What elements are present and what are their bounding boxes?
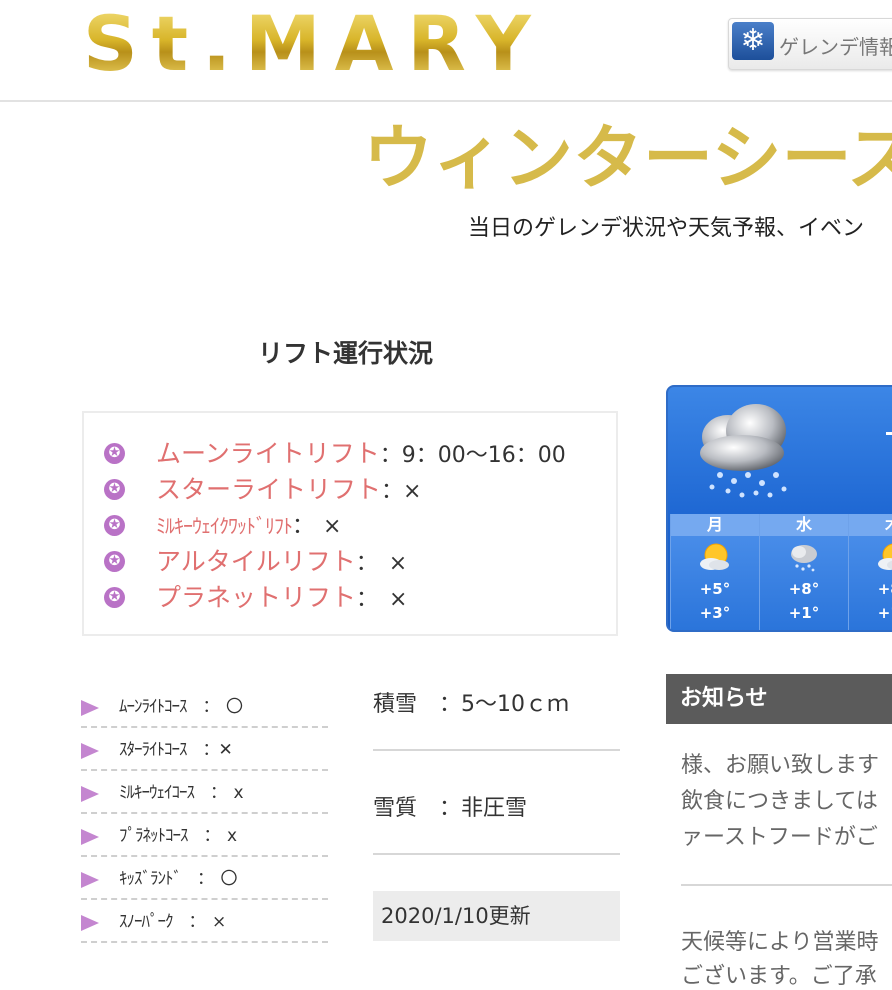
news-text: 飲食につきましては: [681, 789, 878, 814]
gelande-info-button[interactable]: ❄ ゲレンデ情報: [728, 18, 892, 70]
star-icon: ✪: [104, 479, 125, 500]
divider: [373, 853, 620, 855]
lift-name: ﾐﾙｷｰｳｪｲｸﾜｯﾄﾞﾘﾌﾄ: [156, 514, 293, 538]
arrow-icon: [81, 872, 99, 888]
divider: [681, 884, 892, 886]
updated-date: 2020/1/10更新: [373, 891, 620, 941]
forecast-low: +1°: [788, 604, 820, 622]
sun-cloud-icon: [878, 543, 892, 570]
news-text: ァーストフードがご: [681, 825, 878, 850]
sun-cloud-icon: [700, 543, 729, 570]
snowflake-icon: ❄: [732, 22, 774, 60]
course-item: ｷｯｽﾞﾗﾝﾄﾞ ： 〇: [81, 858, 328, 900]
news-heading: お知らせ: [666, 674, 892, 724]
arrow-icon: [81, 915, 99, 931]
lift-name: アルタイルリフト: [156, 547, 356, 576]
course-text: ｽﾀｰﾗｲﾄｺｰｽ ：✕: [119, 740, 233, 760]
course-item: ﾑｰﾝﾗｲﾄｺｰｽ ： 〇: [81, 686, 328, 728]
star-icon: ✪: [104, 443, 125, 464]
course-item: ﾐﾙｷｰｳｪｲｺｰｽ ： x: [81, 772, 328, 814]
course-item: ｽﾀｰﾗｲﾄｺｰｽ ：✕: [81, 729, 328, 771]
arrow-icon: [81, 786, 99, 802]
lift-status-heading: リフト運行状況: [258, 339, 434, 368]
forecast-day-name: 木: [849, 514, 892, 536]
star-icon: ✪: [104, 551, 125, 572]
forecast-high: +8°: [788, 580, 820, 598]
lift-status-box: ✪ ムーンライトリフト：9：00～16：00 ✪ スターライトリフト：× ✪ ﾐ…: [82, 411, 618, 636]
weather-widget[interactable]: 月 +5° +3° 水 +8° +1° 木 +8° +1°: [666, 385, 892, 632]
forecast-day-name: 月: [671, 514, 759, 536]
forecast-day: 月 +5° +3°: [670, 514, 759, 630]
arrow-icon: [81, 700, 99, 716]
lift-value: ： ×: [292, 514, 341, 539]
lift-value: ： ×: [356, 587, 408, 612]
lift-name: ムーンライトリフト: [156, 439, 380, 468]
course-text: ｷｯｽﾞﾗﾝﾄﾞ ： 〇: [119, 869, 237, 889]
forecast-high: +5°: [699, 580, 731, 598]
course-item: ｽﾉｰﾊﾟｰｸ ： ×: [81, 901, 328, 943]
forecast-low: +1°: [877, 604, 892, 622]
forecast-day-name: 水: [760, 514, 848, 536]
rain-cloud-icon: [700, 404, 787, 498]
course-text: ﾐﾙｷｰｳｪｲｺｰｽ ： x: [119, 783, 244, 803]
forecast-day: 木 +8° +1°: [848, 514, 892, 630]
news-text: 様、お願い致します: [681, 753, 880, 778]
lift-name: プラネットリフト: [156, 583, 357, 612]
lift-value: ：×: [381, 479, 422, 504]
lift-item: ✪ ﾐﾙｷｰｳｪｲｸﾜｯﾄﾞﾘﾌﾄ： ×: [104, 508, 604, 544]
lift-item: ✪ スターライトリフト：×: [104, 472, 604, 508]
course-item: ﾌﾟﾗﾈｯﾄｺｰｽ ： x: [81, 815, 328, 857]
forecast-low: +3°: [699, 604, 731, 622]
lift-item: ✪ アルタイルリフト： ×: [104, 544, 604, 580]
page-subtitle: 当日のゲレンデ状況や天気予報、イベン: [468, 216, 865, 241]
news-text: 天候等により営業時: [681, 930, 879, 955]
lift-value: ：9：00～16：00: [379, 443, 566, 468]
arrow-icon: [81, 829, 99, 845]
current-temp-dash: [886, 432, 892, 435]
forecast-day: 水 +8° +1°: [759, 514, 848, 630]
snow-depth: 積雪 ：5～10ｃｍ: [373, 692, 569, 717]
course-text: ｽﾉｰﾊﾟｰｸ ： ×: [119, 912, 226, 932]
divider: [373, 749, 620, 751]
lift-item: ✪ ムーンライトリフト：9：00～16：00: [104, 436, 604, 472]
news-text: ございます。ご了承: [681, 964, 877, 989]
course-text: ﾌﾟﾗﾈｯﾄｺｰｽ ： x: [119, 826, 237, 846]
page-title: ウィンターシーズ: [363, 117, 892, 199]
site-logo[interactable]: St.MARY: [83, 4, 545, 84]
snow-quality: 雪質 ：非圧雪: [373, 796, 528, 821]
gelande-info-label: ゲレンデ情報: [779, 35, 892, 59]
lift-name: スターライトリフト: [156, 475, 382, 504]
course-text: ﾑｰﾝﾗｲﾄｺｰｽ ： 〇: [119, 697, 243, 717]
lift-value: ： ×: [355, 551, 408, 576]
rain-cloud-icon: [791, 545, 817, 572]
arrow-icon: [81, 743, 99, 759]
lift-item: ✪ プラネットリフト： ×: [104, 580, 604, 616]
star-icon: ✪: [104, 587, 125, 608]
forecast-high: +8°: [877, 580, 892, 598]
star-icon: ✪: [104, 515, 125, 536]
